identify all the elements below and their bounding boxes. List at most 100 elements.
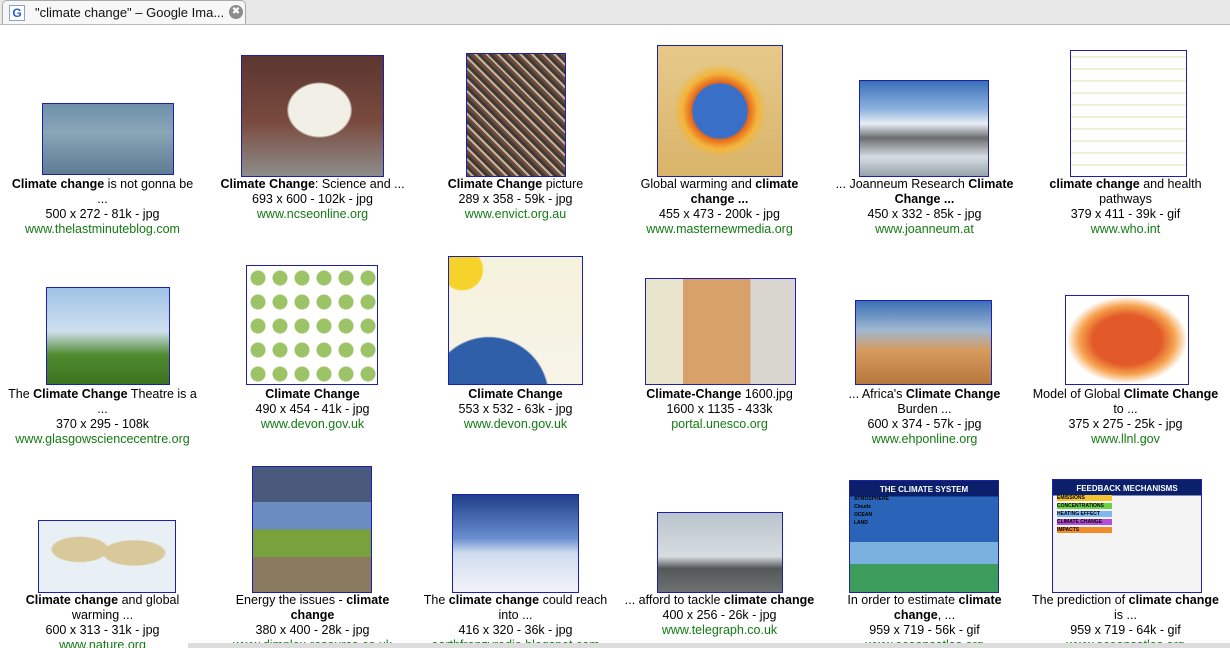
result-caption[interactable]: Climate Change 490 x 454 - 41k - jpg www.d… <box>210 387 415 432</box>
result-title[interactable]: Climate-Change 1600.jpg <box>617 387 822 402</box>
result-title-continued[interactable]: ... <box>0 192 205 207</box>
result-title[interactable]: The Climate Change Theatre is a <box>0 387 205 402</box>
result-site-link[interactable]: www.who.int <box>1023 222 1228 237</box>
result-title[interactable]: Climate Change <box>413 387 618 402</box>
result-caption[interactable]: In order to estimate climate change, ... 9… <box>822 593 1027 648</box>
world-map-thumbnail[interactable] <box>38 520 176 593</box>
result-meta: 416 x 320 - 36k - jpg <box>458 623 573 637</box>
photo-collage-thumbnail[interactable] <box>252 466 372 593</box>
title-fragment: Change ... <box>894 192 955 206</box>
result-title[interactable]: Climate change is not gonna be <box>0 177 205 192</box>
result-caption[interactable]: Climate Change 553 x 532 - 63k - jpg www.d… <box>413 387 618 432</box>
result-title[interactable]: Climate Change picture <box>413 177 618 192</box>
browser-tab[interactable]: G "climate change" – Google Ima... ✖ <box>2 0 246 24</box>
result-title[interactable]: ... Joanneum Research Climate <box>822 177 1027 192</box>
title-fragment: In order to estimate <box>847 593 959 607</box>
title-fragment: picture <box>542 177 584 191</box>
title-fragment: Climate Change <box>265 387 360 401</box>
result-title[interactable]: Model of Global Climate Change <box>1023 387 1228 402</box>
horizontal-scrollbar[interactable] <box>188 643 1230 648</box>
result-title-continued[interactable]: to ... <box>1023 402 1228 417</box>
result-site-link[interactable]: portal.unesco.org <box>617 417 822 432</box>
result-caption[interactable]: ... Joanneum Research Climate Change ... 4… <box>822 177 1027 237</box>
result-caption[interactable]: Climate change and global warming ... 600 … <box>0 593 205 648</box>
timeline-chart-thumbnail[interactable] <box>246 265 378 385</box>
dust-storm-woman-thumbnail[interactable] <box>855 300 992 385</box>
tab-bar: G "climate change" – Google Ima... ✖ <box>0 0 1230 25</box>
result-caption[interactable]: Model of Global Climate Change to ... 375 … <box>1023 387 1228 447</box>
result-caption[interactable]: Climate Change picture 289 x 358 - 59k - … <box>413 177 618 222</box>
title-fragment: climate <box>346 593 390 607</box>
result-title[interactable]: ... Africa's Climate Change <box>822 387 1027 402</box>
result-site-link[interactable]: www.envict.org.au <box>413 207 618 222</box>
crowd-protest-thumbnail[interactable] <box>466 53 566 177</box>
result-title-continued[interactable]: warming ... <box>0 608 205 623</box>
title-fragment: ... Joanneum Research <box>835 177 969 191</box>
title-fragment: ... afford to tackle <box>624 593 724 607</box>
result-title[interactable]: Energy the issues - climate <box>210 593 415 608</box>
sheep-field-thumbnail[interactable] <box>46 287 170 385</box>
result-site-link[interactable]: www.glasgowsciencecentre.org <box>0 432 205 447</box>
result-site-link[interactable]: www.ncseonline.org <box>210 207 415 222</box>
result-caption[interactable]: The prediction of climate change is ... 95… <box>1023 593 1228 648</box>
result-caption[interactable]: climate change and health pathways 379 x 4… <box>1023 177 1228 237</box>
result-site-link[interactable]: www.nature.org <box>0 638 205 648</box>
result-title-continued[interactable]: Burden ... <box>822 402 1027 417</box>
result-title[interactable]: Climate change and global <box>0 593 205 608</box>
glacier-mountains-thumbnail[interactable] <box>859 80 989 177</box>
result-title[interactable]: In order to estimate climate <box>822 593 1027 608</box>
result-site-link[interactable]: www.joanneum.at <box>822 222 1027 237</box>
result-title[interactable]: The prediction of climate change <box>1023 593 1228 608</box>
result-title[interactable]: ... afford to tackle climate change <box>617 593 822 608</box>
result-title-continued[interactable]: change, ... <box>822 608 1027 623</box>
result-site-link[interactable]: www.devon.gov.uk <box>413 417 618 432</box>
result-title[interactable]: Climate Change: Science and ... <box>210 177 415 192</box>
result-title-continued[interactable]: pathways <box>1023 192 1228 207</box>
result-site-link[interactable]: www.masternewmedia.org <box>617 222 822 237</box>
polar-bear-thumbnail[interactable] <box>241 55 384 177</box>
result-site-link[interactable]: www.llnl.gov <box>1023 432 1228 447</box>
result-caption[interactable]: ... Africa's Climate Change Burden ... 600… <box>822 387 1027 447</box>
health-pathways-diagram-thumbnail[interactable] <box>1070 50 1187 177</box>
result-site-link[interactable]: www.ehponline.org <box>822 432 1027 447</box>
title-fragment: climate change <box>723 593 815 607</box>
title-fragment: Model of Global <box>1032 387 1124 401</box>
result-caption[interactable]: Global warming and climate change ... 455 … <box>617 177 822 237</box>
result-title[interactable]: Global warming and climate <box>617 177 822 192</box>
result-site-link[interactable]: www.devon.gov.uk <box>210 417 415 432</box>
result-title-continued[interactable]: Change ... <box>822 192 1027 207</box>
result-caption[interactable]: Energy the issues - climate change 380 x 4… <box>210 593 415 648</box>
result-title-continued[interactable]: ... <box>0 402 205 417</box>
result-title[interactable]: The climate change could reach <box>413 593 618 608</box>
title-fragment: Climate <box>968 177 1014 191</box>
result-meta: 959 x 719 - 64k - gif <box>1070 623 1181 637</box>
feedback-slide-thumbnail[interactable]: FEEDBACK MECHANISMS EMISSIONS CONCENTRATIO… <box>1052 479 1202 593</box>
slide-label: LAND <box>854 520 868 526</box>
climate-system-slide-thumbnail[interactable]: THE CLIMATE SYSTEM ATMOSPHERE Clouds OCEAN L… <box>849 480 999 593</box>
result-title-continued[interactable]: into ... <box>413 608 618 623</box>
result-title[interactable]: climate change and health <box>1023 177 1228 192</box>
industrial-skyline-thumbnail[interactable] <box>657 512 783 593</box>
title-fragment: 1600.jpg <box>741 387 793 401</box>
result-caption[interactable]: The Climate Change Theatre is a... 370 x … <box>0 387 205 447</box>
result-site-link[interactable]: www.telegraph.co.uk <box>617 623 822 638</box>
slide-label: OCEAN <box>854 512 873 518</box>
result-title-continued[interactable]: is ... <box>1023 608 1228 623</box>
result-title-continued[interactable]: change <box>210 608 415 623</box>
result-caption[interactable]: The climate change could reach into ... 41… <box>413 593 618 648</box>
flooded-cars-thumbnail[interactable] <box>42 103 174 175</box>
result-caption[interactable]: Climate Change: Science and ... 693 x 600… <box>210 177 415 222</box>
result-caption[interactable]: Climate-Change 1600.jpg 1600 x 1135 - 433… <box>617 387 822 432</box>
desert-poster-thumbnail[interactable] <box>645 278 796 385</box>
close-icon[interactable]: ✖ <box>229 5 243 19</box>
burning-globe-thumbnail[interactable] <box>657 45 783 177</box>
result-title[interactable]: Climate Change <box>210 387 415 402</box>
greenhouse-effect-thumbnail[interactable] <box>448 256 583 385</box>
title-fragment: to ... <box>1113 402 1138 416</box>
temperature-map-thumbnail[interactable] <box>1065 295 1189 385</box>
result-title-continued[interactable]: change ... <box>617 192 822 207</box>
result-caption[interactable]: ... afford to tackle climate change 400 x… <box>617 593 822 638</box>
ice-landscape-thumbnail[interactable] <box>452 494 579 593</box>
result-caption[interactable]: Climate change is not gonna be... 500 x 2… <box>0 177 205 237</box>
result-site-link[interactable]: www.thelastminuteblog.com <box>0 222 205 237</box>
